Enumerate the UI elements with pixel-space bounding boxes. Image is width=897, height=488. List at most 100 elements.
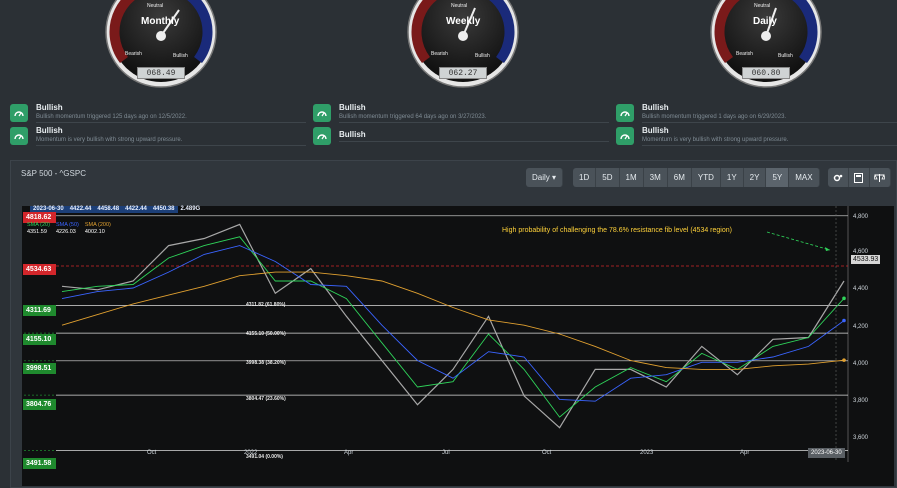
stat-high: 4458.48 xyxy=(97,206,120,212)
signal-card: Bullish Bullish momentum triggered 1 days… xyxy=(616,103,897,123)
fib-label-236: 3804.47 (23.60%) xyxy=(246,396,286,402)
y-tick: 3,800 xyxy=(853,398,869,404)
signal-title: Bullish xyxy=(36,126,63,135)
series-line-2 xyxy=(61,245,845,402)
gauge-title: Daily xyxy=(753,16,777,27)
signal-desc: Bullish momentum triggered 64 days ago o… xyxy=(339,114,487,120)
calculator-button[interactable] xyxy=(848,168,870,187)
signal-card: Bullish xyxy=(313,126,609,146)
compare-button[interactable] xyxy=(869,168,891,187)
gauge-neutral-label: Neutral xyxy=(451,3,468,9)
signal-desc: Momentum is very bullish with strong upw… xyxy=(36,137,183,143)
x-tick: Oct xyxy=(147,450,157,456)
fib-label-618: 4311.82 (61.80%) xyxy=(246,302,286,308)
last-price-tag: 4533.93 xyxy=(851,255,881,264)
range-button-3m[interactable]: 3M xyxy=(643,168,668,187)
series-last-point xyxy=(842,358,846,362)
stat-volume: 2.489G xyxy=(177,206,204,213)
scale-icon xyxy=(874,173,886,182)
signal-card: Bullish Bullish momentum triggered 64 day… xyxy=(313,103,609,123)
chart-title: S&P 500 - ^GSPC xyxy=(21,169,86,178)
gauge-bearish-label: Bearish xyxy=(431,51,448,57)
range-button-6m[interactable]: 6M xyxy=(667,168,692,187)
y-tick: 4,800 xyxy=(853,214,869,220)
gears-icon xyxy=(833,174,842,181)
gauge-title: Monthly xyxy=(141,16,180,27)
signal-title: Bullish xyxy=(339,130,366,139)
sma200-name: SMA (200) xyxy=(84,222,111,228)
gauge-neutral-label: Neutral xyxy=(754,3,771,9)
signal-title: Bullish xyxy=(642,103,669,112)
fib-tag-236: 3804.76 xyxy=(23,399,56,410)
y-tick: 3,600 xyxy=(853,435,869,441)
price-chart[interactable]: 2023-06-30 4422.44 4458.48 4422.44 4450.… xyxy=(22,206,894,486)
series-line-3 xyxy=(61,271,845,370)
stat-low: 4422.44 xyxy=(125,206,147,212)
range-button-1y[interactable]: 1Y xyxy=(720,168,744,187)
x-tick: Jul xyxy=(442,450,450,456)
y-tick: 4,600 xyxy=(853,249,869,255)
gauge-icon xyxy=(616,104,634,122)
calculator-icon xyxy=(854,172,864,183)
sma200-value: 4002.10 xyxy=(84,229,105,235)
x-tick: 2023 xyxy=(640,450,654,456)
range-button-ytd[interactable]: YTD xyxy=(691,168,721,187)
sma20-name: SMA (20) xyxy=(27,222,50,228)
range-button-max[interactable]: MAX xyxy=(789,168,820,187)
gauge-title: Weekly xyxy=(446,16,481,27)
series-line-0 xyxy=(61,223,845,429)
fib-label-382: 3998.38 (38.20%) xyxy=(246,360,286,366)
x-tick: Apr xyxy=(344,450,354,456)
weekly-gauge: Neutral Weekly Bearish Bullish 062.27 xyxy=(403,0,523,90)
settings-button[interactable] xyxy=(827,168,849,187)
range-button-2y[interactable]: 2Y xyxy=(743,168,767,187)
series-last-point xyxy=(842,318,846,323)
signal-desc: Bullish momentum triggered 1 days ago on… xyxy=(642,114,787,120)
monthly-gauge: Neutral Monthly Bearish Bullish 068.49 xyxy=(101,0,221,90)
series-last-point xyxy=(842,296,846,301)
chart-annotation: High probability of challenging the 78.6… xyxy=(502,227,732,234)
gauge-bullish-label: Bullish xyxy=(475,53,490,59)
signal-desc: Bullish momentum triggered 125 days ago … xyxy=(36,114,187,120)
fib-tag-382: 3998.51 xyxy=(23,363,56,374)
gauge-value: 068.49 xyxy=(137,67,185,79)
annotation-arrow-head xyxy=(825,247,830,251)
sma-legend: SMA (20) 4351.59 SMA (50) 4226.03 SMA (200… xyxy=(25,222,113,236)
gauge-bullish-label: Bullish xyxy=(778,53,793,59)
sma50-name: SMA (50) xyxy=(55,222,79,228)
resistance-tag: 4534.63 xyxy=(23,264,56,275)
gauge-icon xyxy=(10,104,28,122)
range-button-1m[interactable]: 1M xyxy=(619,168,644,187)
fib-label-500: 4155.10 (50.00%) xyxy=(246,331,286,337)
series-line-1 xyxy=(61,236,845,418)
gauge-icon xyxy=(10,127,28,145)
sma20-value: 4351.59 xyxy=(27,229,47,235)
interval-dropdown[interactable]: Daily ▾ xyxy=(526,168,564,187)
gauge-icon xyxy=(616,127,634,145)
y-tick: 4,400 xyxy=(853,286,869,292)
signal-title: Bullish xyxy=(339,103,366,112)
y-tick: 4,000 xyxy=(853,361,869,367)
signal-desc: Momentum is very bullish with strong upw… xyxy=(642,137,789,143)
gauge-icon xyxy=(313,104,331,122)
signal-card: Bullish Bullish momentum triggered 125 da… xyxy=(10,103,306,123)
x-tick: 2022 xyxy=(244,450,258,456)
chart-panel: S&P 500 - ^GSPC Daily ▾ 1D 5D 1M 3M 6M Y… xyxy=(10,160,897,488)
signal-card: Bullish Momentum is very bullish with str… xyxy=(10,126,306,146)
x-tick: Oct xyxy=(542,450,552,456)
stat-open: 4422.44 xyxy=(69,206,92,212)
range-button-1d[interactable]: 1D xyxy=(573,168,597,187)
interval-label: Daily xyxy=(532,173,550,182)
crosshair-date-tag: 2023-06-30 xyxy=(808,448,845,458)
y-tick: 4,200 xyxy=(853,324,869,330)
gauge-neutral-label: Neutral xyxy=(147,3,164,9)
gauge-icon xyxy=(313,127,331,145)
fib-tag-000: 3491.58 xyxy=(23,458,56,469)
gauge-value: 062.27 xyxy=(439,67,487,79)
signal-title: Bullish xyxy=(642,126,669,135)
gauge-value: 060.80 xyxy=(742,67,790,79)
price-chart-svg[interactable] xyxy=(22,206,894,462)
gauge-bearish-label: Bearish xyxy=(125,51,142,57)
range-button-5y[interactable]: 5Y xyxy=(766,168,790,187)
range-button-5d[interactable]: 5D xyxy=(596,168,620,187)
